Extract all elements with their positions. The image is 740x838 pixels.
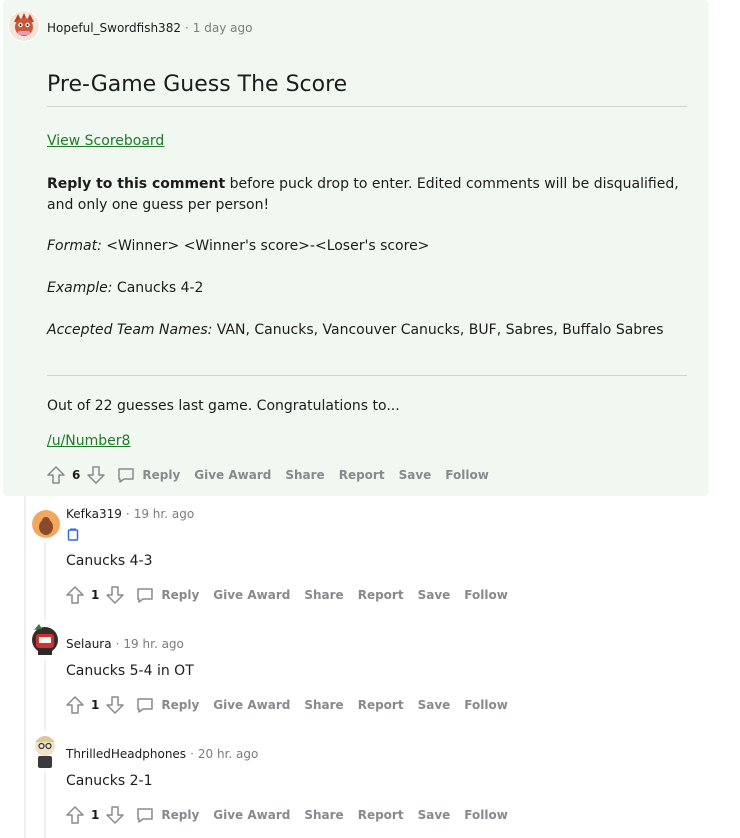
save-button[interactable]: Save	[418, 808, 451, 822]
vote-count: 1	[91, 698, 100, 712]
comment-icon	[137, 588, 154, 603]
avatar-image	[32, 624, 58, 655]
comment-body: Canucks 4-3	[66, 553, 153, 569]
downvote-icon[interactable]	[105, 695, 125, 715]
follow-button[interactable]: Follow	[464, 698, 508, 712]
report-button[interactable]: Report	[358, 698, 404, 712]
rules-paragraph: Reply to this comment before puck drop t…	[47, 174, 687, 216]
author-name[interactable]: Kefka319	[66, 507, 122, 521]
downvote-icon[interactable]	[105, 805, 125, 825]
comment-action-bar: 1 Reply Give Award Share Report Save Fol…	[65, 585, 522, 605]
give-award-button[interactable]: Give Award	[213, 808, 290, 822]
separator: ·	[184, 21, 189, 35]
downvote-icon[interactable]	[105, 585, 125, 605]
give-award-button[interactable]: Give Award	[213, 588, 290, 602]
reply-label: Reply	[161, 808, 200, 822]
comment-meta: ThrilledHeadphones · 20 hr. ago	[66, 747, 258, 761]
reply-label: Reply	[161, 588, 200, 602]
reply-button[interactable]: Reply	[135, 585, 199, 605]
reply-label: Reply	[142, 468, 181, 482]
comment-action-bar: 1 Reply Give Award Share Report Save Fol…	[65, 695, 522, 715]
example-label: Example:	[47, 280, 113, 296]
follow-button[interactable]: Follow	[464, 808, 508, 822]
comment-body: Canucks 2-1	[66, 773, 153, 789]
comment-meta: Hopeful_Swordfish382 · 1 day ago	[47, 21, 252, 35]
comment-icon	[137, 698, 154, 713]
separator: ·	[125, 507, 130, 521]
teams-line: Accepted Team Names: VAN, Canucks, Vanco…	[47, 320, 687, 341]
vote-count: 1	[91, 588, 100, 602]
comment-body: Canucks 5-4 in OT	[66, 663, 194, 679]
share-button[interactable]: Share	[304, 808, 343, 822]
reply-button[interactable]: Reply	[135, 805, 199, 825]
vote-count: 6	[72, 468, 81, 482]
avatar[interactable]	[30, 622, 60, 658]
save-button[interactable]: Save	[418, 588, 451, 602]
avatar-image	[35, 736, 55, 768]
reply-button[interactable]: Reply	[135, 695, 199, 715]
avatar[interactable]	[30, 732, 60, 770]
reply-label: Reply	[161, 698, 200, 712]
comment-action-bar: 6 Reply Give Award Share Report Save Fol…	[46, 465, 503, 485]
save-button[interactable]: Save	[418, 698, 451, 712]
timestamp[interactable]: 19 hr. ago	[134, 507, 194, 521]
timestamp[interactable]: 19 hr. ago	[123, 637, 183, 651]
comment-meta: Kefka319 · 19 hr. ago	[66, 507, 194, 521]
format-line: Format: <Winner> <Winner's score>-<Loser…	[47, 236, 687, 257]
thread-line[interactable]	[44, 660, 46, 730]
teams-label: Accepted Team Names:	[47, 322, 213, 338]
upvote-icon[interactable]	[46, 465, 66, 485]
report-button[interactable]: Report	[358, 808, 404, 822]
comment-action-bar: 1 Reply Give Award Share Report Save Fol…	[65, 805, 522, 825]
downvote-icon[interactable]	[86, 465, 106, 485]
thread-line[interactable]	[44, 772, 46, 838]
share-button[interactable]: Share	[285, 468, 324, 482]
comment-meta: Selaura · 19 hr. ago	[66, 637, 184, 651]
share-button[interactable]: Share	[304, 588, 343, 602]
example-value: Canucks 4-2	[112, 280, 204, 296]
avatar[interactable]	[8, 10, 40, 42]
congrats-text: Out of 22 guesses last game. Congratulat…	[47, 398, 400, 414]
comment-icon	[118, 468, 135, 483]
reply-instruction-bold: Reply to this comment	[47, 176, 226, 192]
teams-value: VAN, Canucks, Vancouver Canucks, BUF, Sa…	[212, 322, 664, 338]
divider	[47, 375, 687, 376]
give-award-button[interactable]: Give Award	[213, 698, 290, 712]
thread-line[interactable]	[44, 542, 46, 620]
view-scoreboard-link[interactable]: View Scoreboard	[47, 133, 164, 149]
give-award-button[interactable]: Give Award	[194, 468, 271, 482]
flair-icon	[67, 528, 79, 541]
follow-button[interactable]: Follow	[464, 588, 508, 602]
format-label: Format:	[47, 238, 102, 254]
author-name[interactable]: Hopeful_Swordfish382	[47, 21, 181, 35]
vote-count: 1	[91, 808, 100, 822]
author-name[interactable]: Selaura	[66, 637, 112, 651]
avatar-image	[9, 11, 39, 41]
share-button[interactable]: Share	[304, 698, 343, 712]
winner-user-link[interactable]: /u/Number8	[47, 433, 130, 449]
upvote-icon[interactable]	[65, 585, 85, 605]
format-value: <Winner> <Winner's score>-<Loser's score…	[101, 238, 430, 254]
upvote-icon[interactable]	[65, 805, 85, 825]
separator: ·	[190, 747, 194, 761]
save-button[interactable]: Save	[399, 468, 432, 482]
avatar-image	[32, 510, 60, 538]
follow-button[interactable]: Follow	[445, 468, 489, 482]
comment-icon	[137, 808, 154, 823]
example-line: Example: Canucks 4-2	[47, 278, 687, 299]
avatar[interactable]	[32, 510, 60, 538]
timestamp[interactable]: 1 day ago	[193, 21, 253, 35]
upvote-icon[interactable]	[65, 695, 85, 715]
report-button[interactable]: Report	[339, 468, 385, 482]
author-name[interactable]: ThrilledHeadphones	[66, 747, 186, 761]
report-button[interactable]: Report	[358, 588, 404, 602]
timestamp[interactable]: 20 hr. ago	[198, 747, 258, 761]
separator: ·	[115, 637, 120, 651]
post-title: Pre-Game Guess The Score	[47, 72, 687, 107]
thread-line[interactable]	[24, 496, 26, 838]
reply-button[interactable]: Reply	[116, 465, 180, 485]
